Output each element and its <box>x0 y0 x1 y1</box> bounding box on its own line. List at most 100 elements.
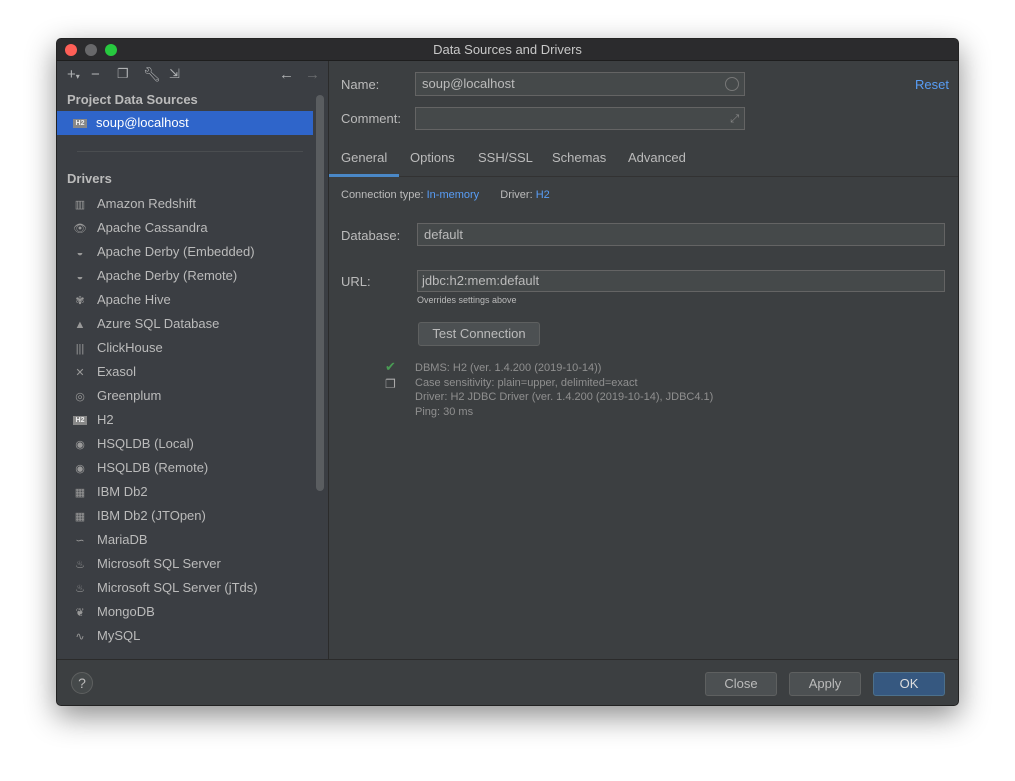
driver-icon: H2 <box>73 416 87 426</box>
driver-item[interactable]: ♨ Microsoft SQL Server <box>57 552 328 576</box>
import-icon[interactable]: ⇲ <box>169 66 180 82</box>
driver-label: Microsoft SQL Server (jTds) <box>97 580 258 595</box>
status-line: DBMS: H2 (ver. 1.4.200 (2019-10-14)) <box>415 362 602 374</box>
driver-label: Microsoft SQL Server <box>97 556 221 571</box>
driver-item[interactable]: ◎ Greenplum <box>57 384 328 408</box>
driver-icon: ∽ <box>75 535 85 547</box>
url-value: jdbc:h2:mem:default <box>422 273 540 288</box>
driver-label: Exasol <box>97 364 137 379</box>
test-connection-button[interactable]: Test Connection <box>418 322 540 346</box>
minimize-window-button[interactable] <box>85 44 97 56</box>
driver-item[interactable]: ◉ HSQLDB (Remote) <box>57 456 328 480</box>
connection-type-dropdown[interactable]: In-memory <box>427 189 480 201</box>
driver-item[interactable]: ▲ Azure SQL Database <box>57 312 328 336</box>
driver-label: MariaDB <box>97 532 148 547</box>
zoom-window-button[interactable] <box>105 44 117 56</box>
database-value: default <box>424 227 464 242</box>
driver-label: HSQLDB (Remote) <box>97 460 209 475</box>
url-input[interactable]: jdbc:h2:mem:default <box>417 270 945 292</box>
driver-item[interactable]: ▥ Amazon Redshift <box>57 192 328 216</box>
driver-icon: ▦ <box>74 487 86 499</box>
duplicate-icon[interactable]: ❐ <box>117 66 129 82</box>
main-panel: Name: soup@localhost Reset Comment: ⤢ Ge… <box>329 61 958 659</box>
driver-item[interactable]: ◒ Apache Derby (Embedded) <box>57 240 328 264</box>
ok-button[interactable]: OK <box>873 672 945 696</box>
tab-advanced[interactable]: Advanced <box>628 139 686 177</box>
driver-icon: ||| <box>75 343 85 355</box>
driver-icon: ✾ <box>75 295 85 307</box>
driver-label: Driver: <box>500 189 533 201</box>
driver-label: H2 <box>97 412 114 427</box>
driver-label: Amazon Redshift <box>97 196 196 211</box>
driver-label: Apache Derby (Embedded) <box>97 244 255 259</box>
driver-link[interactable]: H2 <box>536 189 550 201</box>
driver-label: MongoDB <box>97 604 155 619</box>
divider <box>77 151 303 152</box>
driver-item[interactable]: ◒ Apache Derby (Remote) <box>57 264 328 288</box>
database-label: Database: <box>341 228 401 243</box>
drivers-header: Drivers <box>67 171 112 186</box>
driver-label: Greenplum <box>97 388 162 403</box>
reset-link[interactable]: Reset <box>915 77 949 92</box>
driver-item[interactable]: ||| ClickHouse <box>57 336 328 360</box>
driver-item[interactable]: ▦ IBM Db2 <box>57 480 328 504</box>
driver-item[interactable]: ✕ Exasol <box>57 360 328 384</box>
back-arrow-icon[interactable]: ← <box>279 66 294 83</box>
driver-item[interactable]: ◉ HSQLDB (Local) <box>57 432 328 456</box>
copy-icon[interactable]: ❐ <box>385 377 396 391</box>
check-icon: ✔ <box>385 359 396 374</box>
name-value: soup@localhost <box>422 76 515 91</box>
apply-button[interactable]: Apply <box>789 672 861 696</box>
project-data-sources-header: Project Data Sources <box>67 92 198 107</box>
url-label: URL: <box>341 274 371 289</box>
comment-input[interactable]: ⤢ <box>415 107 745 130</box>
plus-icon[interactable]: +▾ <box>67 66 80 83</box>
data-source-label: soup@localhost <box>96 115 189 130</box>
driver-item[interactable]: ∽ MariaDB <box>57 528 328 552</box>
tab-bar: General Options SSH/SSL Schemas Advanced <box>329 139 958 177</box>
driver-label: Apache Hive <box>97 292 171 307</box>
tab-ssh-ssl[interactable]: SSH/SSL <box>478 139 533 177</box>
tab-schemas[interactable]: Schemas <box>552 139 606 177</box>
driver-label: Azure SQL Database <box>97 316 220 331</box>
database-input[interactable]: default <box>417 223 945 246</box>
comment-label: Comment: <box>341 111 401 126</box>
driver-icon: 👁 <box>73 223 87 235</box>
expand-icon[interactable]: ⤢ <box>730 108 739 130</box>
driver-label: Apache Derby (Remote) <box>97 268 238 283</box>
name-label: Name: <box>341 77 380 92</box>
drivers-list: ▥ Amazon Redshift 👁 Apache Cassandra ◒ Apache… <box>57 192 328 648</box>
driver-item[interactable]: ♨ Microsoft SQL Server (jTds) <box>57 576 328 600</box>
color-circle-icon[interactable] <box>725 77 739 91</box>
driver-icon: ◉ <box>75 439 85 451</box>
driver-icon: ♨ <box>75 559 85 571</box>
status-line: Case sensitivity: plain=upper, delimited… <box>415 376 638 389</box>
driver-item[interactable]: ✾ Apache Hive <box>57 288 328 312</box>
name-input[interactable]: soup@localhost <box>415 72 745 96</box>
dialog-window: Data Sources and Drivers +▾ − ❐ 🔧︎ ⇲ ← →… <box>56 38 959 706</box>
window-title: Data Sources and Drivers <box>433 42 582 57</box>
tab-options[interactable]: Options <box>410 139 455 177</box>
minus-icon[interactable]: − <box>91 66 100 83</box>
driver-item[interactable]: ▦ IBM Db2 (JTOpen) <box>57 504 328 528</box>
close-window-button[interactable] <box>65 44 77 56</box>
driver-icon: ▥ <box>74 199 86 211</box>
driver-item[interactable]: 👁 Apache Cassandra <box>57 216 328 240</box>
driver-icon: ❦ <box>75 607 85 619</box>
forward-arrow-icon[interactable]: → <box>305 66 320 83</box>
wrench-icon[interactable]: 🔧︎ <box>143 66 161 83</box>
tab-general[interactable]: General <box>329 139 400 177</box>
sidebar-scrollbar[interactable] <box>316 95 324 491</box>
driver-item[interactable]: ∿ MySQL <box>57 624 328 648</box>
driver-item[interactable]: ❦ MongoDB <box>57 600 328 624</box>
driver-icon: ∿ <box>75 631 85 643</box>
help-button[interactable]: ? <box>71 672 93 694</box>
status-line: Ping: 30 ms <box>415 405 474 418</box>
driver-icon: ◒ <box>76 247 84 259</box>
data-source-item[interactable]: H2 soup@localhost <box>57 111 313 135</box>
connection-type-label: Connection type: <box>341 189 424 201</box>
driver-item[interactable]: H2 H2 <box>57 408 328 432</box>
status-line: Driver: H2 JDBC Driver (ver. 1.4.200 (20… <box>415 391 714 403</box>
close-button[interactable]: Close <box>705 672 777 696</box>
driver-label: HSQLDB (Local) <box>97 436 194 451</box>
